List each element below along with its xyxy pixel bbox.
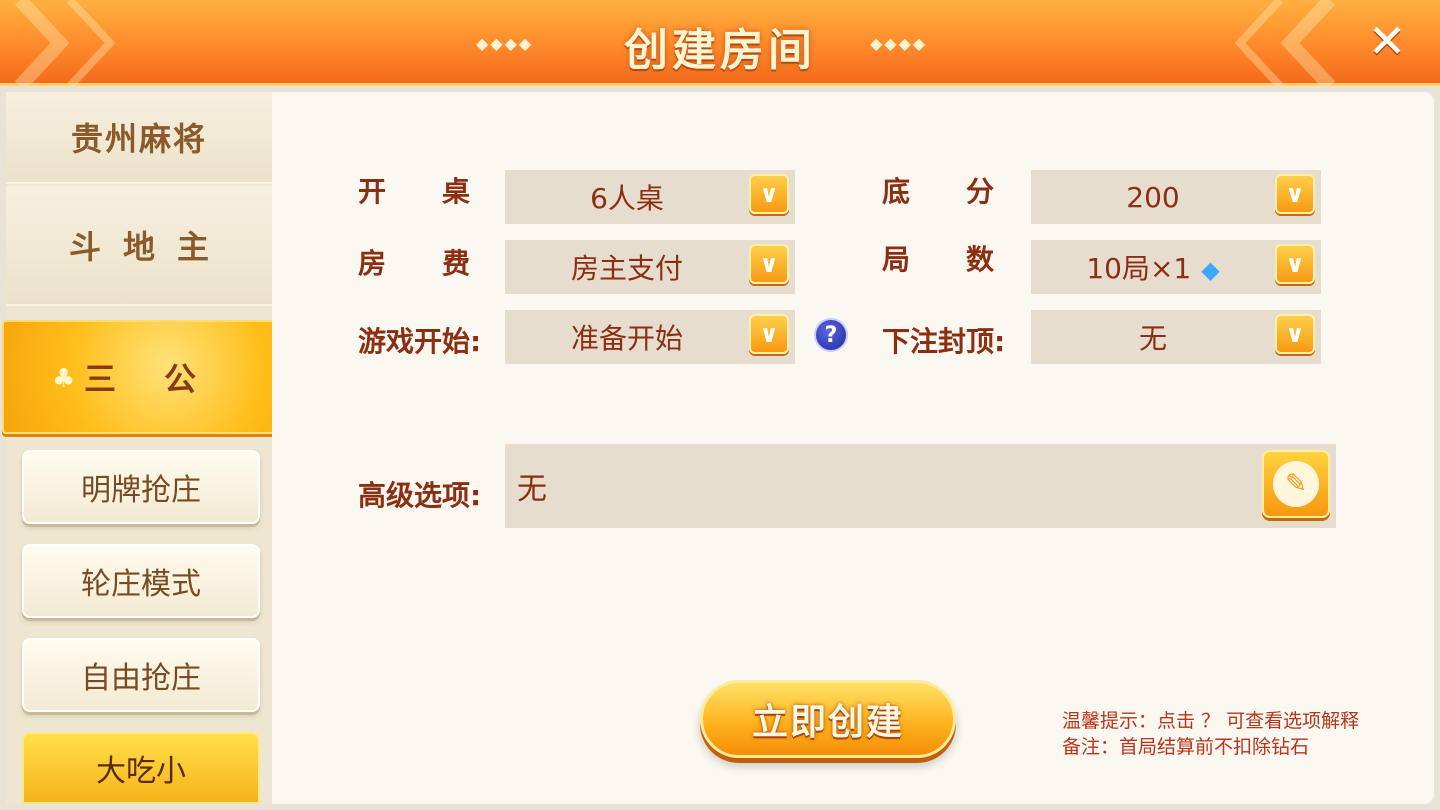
help-icon[interactable]: ?: [814, 318, 848, 352]
advanced-options-button[interactable]: ✎: [1262, 450, 1330, 518]
title-decoration-right: ◆◆◆◆: [870, 34, 928, 53]
game-sidebar: 贵州麻将 斗地主 ♣ 三公 明牌抢庄 轮庄模式 自由抢庄 大吃小: [2, 92, 278, 804]
mode-lunzhuang[interactable]: 轮庄模式: [22, 544, 260, 618]
close-icon: ✕: [1367, 14, 1407, 68]
diamond-icon: ◆: [1201, 256, 1220, 284]
room-fee-select[interactable]: 房主支付 ∨: [505, 240, 795, 294]
close-button[interactable]: ✕: [1360, 14, 1414, 68]
game-start-label: 游戏开始:: [358, 325, 482, 358]
rounds-select[interactable]: 10局×1 ◆ ∨: [1031, 240, 1321, 294]
game-start-select[interactable]: 准备开始 ∨: [505, 310, 795, 364]
bet-cap-label: 下注封顶:: [882, 325, 1006, 358]
club-icon: ♣: [52, 364, 124, 394]
bet-cap-select[interactable]: 无 ∨: [1031, 310, 1321, 364]
chevron-down-icon[interactable]: ∨: [749, 244, 789, 284]
header-bar: ◆◆◆◆ 创建房间 ◆◆◆◆ ✕: [0, 0, 1440, 86]
mode-dachixiao[interactable]: 大吃小: [22, 732, 260, 804]
page-title: 创建房间: [624, 25, 816, 76]
advanced-options-field[interactable]: 无 ✎: [505, 444, 1336, 528]
chevron-down-icon[interactable]: ∨: [1275, 244, 1315, 284]
pin-icon: ✎: [1273, 461, 1319, 507]
category-guizhou-mahjong[interactable]: 贵州麻将: [6, 92, 272, 184]
chevron-down-icon[interactable]: ∨: [1275, 174, 1315, 214]
advanced-options-value: 无: [517, 472, 547, 507]
chevron-down-icon[interactable]: ∨: [749, 314, 789, 354]
chevron-down-icon[interactable]: ∨: [1275, 314, 1315, 354]
advanced-options-label: 高级选项:: [358, 479, 482, 512]
category-doudizhu[interactable]: 斗地主: [6, 186, 272, 306]
tip-hint: 温馨提示：点击 ？ 可查看选项解释: [1062, 710, 1360, 732]
base-score-select[interactable]: 200 ∨: [1031, 170, 1321, 224]
category-sangong[interactable]: ♣ 三公: [2, 320, 278, 434]
mode-ziyou-qiangzhuang[interactable]: 自由抢庄: [22, 638, 260, 712]
mode-mingpai-qiangzhuang[interactable]: 明牌抢庄: [22, 450, 260, 524]
chevron-down-icon[interactable]: ∨: [749, 174, 789, 214]
table-size-select[interactable]: 6人桌 ∨: [505, 170, 795, 224]
settings-panel: 开桌: 6人桌 ∨ 底分: 200 ∨ 房费: 房主支付 ∨ 局数: 10局×1…: [272, 92, 1434, 804]
rounds-value: 10局×1: [1086, 252, 1192, 285]
create-room-button[interactable]: 立即创建: [700, 680, 956, 758]
tip-note: 备注：首局结算前不扣除钻石: [1062, 736, 1310, 758]
